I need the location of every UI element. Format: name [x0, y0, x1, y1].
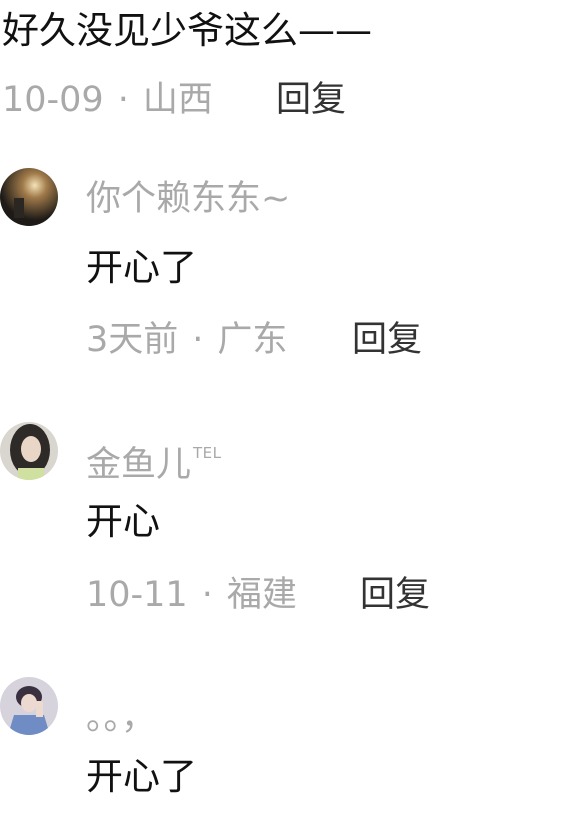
comment-meta: 10-09 · 山西 [2, 78, 213, 122]
username[interactable]: 你个赖东东~ [86, 177, 290, 221]
separator-dot: · [192, 320, 204, 360]
separator-dot: · [201, 575, 213, 615]
separator-dot: · [117, 80, 129, 120]
comment-location: 广东 [217, 320, 288, 360]
username[interactable]: 金鱼儿 TEL [86, 431, 222, 487]
comment-text: 开心 [86, 500, 160, 543]
avatar[interactable] [0, 677, 58, 735]
comment-location: 山西 [142, 80, 213, 120]
avatar[interactable] [0, 422, 58, 480]
avatar[interactable] [0, 168, 58, 226]
comment-location: 福建 [226, 575, 297, 615]
comment-text: 好久没见少爷这么—— [2, 9, 372, 52]
user-badge: TEL [193, 444, 222, 462]
comment-meta: 10-11 · 福建 [86, 573, 297, 617]
username[interactable]: 。。， [86, 696, 156, 740]
comment-date: 10-11 [86, 575, 188, 615]
comment-date: 10-09 [2, 80, 104, 120]
reply-button[interactable]: 回复 [360, 573, 430, 617]
reply-button[interactable]: 回复 [352, 318, 422, 362]
reply-button[interactable]: 回复 [276, 78, 346, 122]
comment-text: 开心了 [86, 755, 197, 798]
comment-meta: 3天前 · 广东 [86, 318, 287, 362]
comment-date: 3天前 [86, 320, 179, 360]
username-text: 金鱼儿 [86, 445, 192, 485]
comment-text: 开心了 [86, 246, 197, 289]
